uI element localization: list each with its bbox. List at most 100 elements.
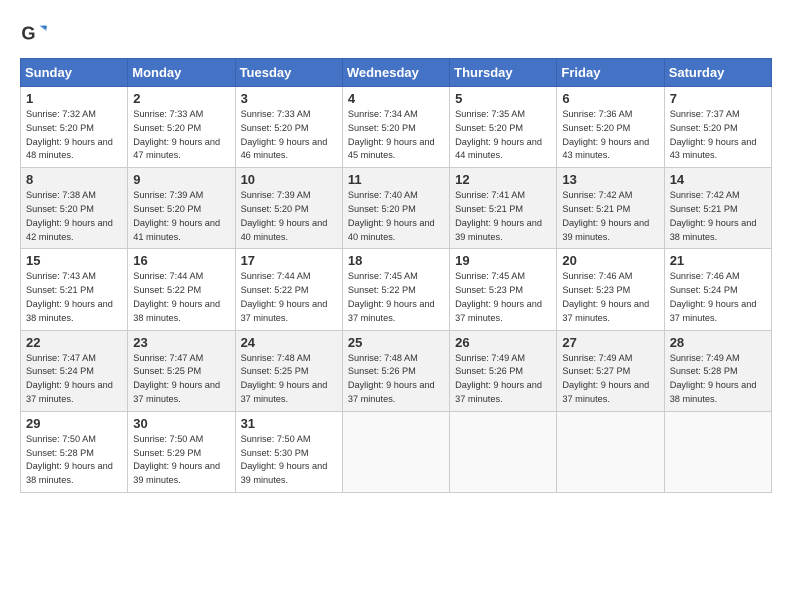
day-info: Sunrise: 7:41 AM Sunset: 5:21 PM Dayligh…: [455, 189, 551, 244]
calendar-cell: 19 Sunrise: 7:45 AM Sunset: 5:23 PM Dayl…: [450, 249, 557, 330]
logo: G: [20, 20, 52, 48]
day-number: 14: [670, 172, 766, 187]
day-number: 25: [348, 335, 444, 350]
day-number: 3: [241, 91, 337, 106]
day-info: Sunrise: 7:39 AM Sunset: 5:20 PM Dayligh…: [133, 189, 229, 244]
calendar-week-row: 29 Sunrise: 7:50 AM Sunset: 5:28 PM Dayl…: [21, 411, 772, 492]
day-number: 27: [562, 335, 658, 350]
svg-text:G: G: [21, 24, 35, 44]
calendar-cell: 3 Sunrise: 7:33 AM Sunset: 5:20 PM Dayli…: [235, 87, 342, 168]
day-number: 31: [241, 416, 337, 431]
weekday-header: Wednesday: [342, 59, 449, 87]
day-number: 1: [26, 91, 122, 106]
calendar-cell: 8 Sunrise: 7:38 AM Sunset: 5:20 PM Dayli…: [21, 168, 128, 249]
calendar-cell: 9 Sunrise: 7:39 AM Sunset: 5:20 PM Dayli…: [128, 168, 235, 249]
day-info: Sunrise: 7:49 AM Sunset: 5:28 PM Dayligh…: [670, 352, 766, 407]
calendar-week-row: 22 Sunrise: 7:47 AM Sunset: 5:24 PM Dayl…: [21, 330, 772, 411]
calendar-cell: 16 Sunrise: 7:44 AM Sunset: 5:22 PM Dayl…: [128, 249, 235, 330]
day-info: Sunrise: 7:46 AM Sunset: 5:23 PM Dayligh…: [562, 270, 658, 325]
day-info: Sunrise: 7:49 AM Sunset: 5:27 PM Dayligh…: [562, 352, 658, 407]
day-number: 15: [26, 253, 122, 268]
weekday-header: Friday: [557, 59, 664, 87]
day-info: Sunrise: 7:42 AM Sunset: 5:21 PM Dayligh…: [670, 189, 766, 244]
day-info: Sunrise: 7:50 AM Sunset: 5:30 PM Dayligh…: [241, 433, 337, 488]
day-number: 22: [26, 335, 122, 350]
calendar-cell: 13 Sunrise: 7:42 AM Sunset: 5:21 PM Dayl…: [557, 168, 664, 249]
calendar-cell: 23 Sunrise: 7:47 AM Sunset: 5:25 PM Dayl…: [128, 330, 235, 411]
weekday-header: Thursday: [450, 59, 557, 87]
day-number: 19: [455, 253, 551, 268]
day-number: 6: [562, 91, 658, 106]
page-header: G: [20, 20, 772, 48]
day-number: 16: [133, 253, 229, 268]
calendar-cell: 31 Sunrise: 7:50 AM Sunset: 5:30 PM Dayl…: [235, 411, 342, 492]
calendar-cell: 22 Sunrise: 7:47 AM Sunset: 5:24 PM Dayl…: [21, 330, 128, 411]
day-info: Sunrise: 7:33 AM Sunset: 5:20 PM Dayligh…: [133, 108, 229, 163]
day-number: 18: [348, 253, 444, 268]
day-number: 9: [133, 172, 229, 187]
calendar-cell: 1 Sunrise: 7:32 AM Sunset: 5:20 PM Dayli…: [21, 87, 128, 168]
calendar-week-row: 15 Sunrise: 7:43 AM Sunset: 5:21 PM Dayl…: [21, 249, 772, 330]
day-number: 21: [670, 253, 766, 268]
calendar-cell: 24 Sunrise: 7:48 AM Sunset: 5:25 PM Dayl…: [235, 330, 342, 411]
weekday-header: Tuesday: [235, 59, 342, 87]
day-info: Sunrise: 7:43 AM Sunset: 5:21 PM Dayligh…: [26, 270, 122, 325]
day-info: Sunrise: 7:40 AM Sunset: 5:20 PM Dayligh…: [348, 189, 444, 244]
calendar-cell: 29 Sunrise: 7:50 AM Sunset: 5:28 PM Dayl…: [21, 411, 128, 492]
calendar-cell: 28 Sunrise: 7:49 AM Sunset: 5:28 PM Dayl…: [664, 330, 771, 411]
calendar-cell: 14 Sunrise: 7:42 AM Sunset: 5:21 PM Dayl…: [664, 168, 771, 249]
day-number: 28: [670, 335, 766, 350]
weekday-header: Sunday: [21, 59, 128, 87]
day-info: Sunrise: 7:37 AM Sunset: 5:20 PM Dayligh…: [670, 108, 766, 163]
weekday-header: Monday: [128, 59, 235, 87]
day-info: Sunrise: 7:45 AM Sunset: 5:22 PM Dayligh…: [348, 270, 444, 325]
calendar-cell: [450, 411, 557, 492]
day-info: Sunrise: 7:46 AM Sunset: 5:24 PM Dayligh…: [670, 270, 766, 325]
day-info: Sunrise: 7:34 AM Sunset: 5:20 PM Dayligh…: [348, 108, 444, 163]
day-info: Sunrise: 7:38 AM Sunset: 5:20 PM Dayligh…: [26, 189, 122, 244]
calendar-cell: [557, 411, 664, 492]
day-info: Sunrise: 7:32 AM Sunset: 5:20 PM Dayligh…: [26, 108, 122, 163]
calendar-week-row: 8 Sunrise: 7:38 AM Sunset: 5:20 PM Dayli…: [21, 168, 772, 249]
day-number: 7: [670, 91, 766, 106]
day-info: Sunrise: 7:48 AM Sunset: 5:26 PM Dayligh…: [348, 352, 444, 407]
day-number: 8: [26, 172, 122, 187]
calendar-week-row: 1 Sunrise: 7:32 AM Sunset: 5:20 PM Dayli…: [21, 87, 772, 168]
calendar-table: SundayMondayTuesdayWednesdayThursdayFrid…: [20, 58, 772, 493]
calendar-cell: 6 Sunrise: 7:36 AM Sunset: 5:20 PM Dayli…: [557, 87, 664, 168]
day-info: Sunrise: 7:44 AM Sunset: 5:22 PM Dayligh…: [241, 270, 337, 325]
calendar-cell: 20 Sunrise: 7:46 AM Sunset: 5:23 PM Dayl…: [557, 249, 664, 330]
day-number: 30: [133, 416, 229, 431]
calendar-cell: 10 Sunrise: 7:39 AM Sunset: 5:20 PM Dayl…: [235, 168, 342, 249]
calendar-cell: 18 Sunrise: 7:45 AM Sunset: 5:22 PM Dayl…: [342, 249, 449, 330]
day-info: Sunrise: 7:33 AM Sunset: 5:20 PM Dayligh…: [241, 108, 337, 163]
calendar-cell: 7 Sunrise: 7:37 AM Sunset: 5:20 PM Dayli…: [664, 87, 771, 168]
calendar-cell: 27 Sunrise: 7:49 AM Sunset: 5:27 PM Dayl…: [557, 330, 664, 411]
calendar-cell: 5 Sunrise: 7:35 AM Sunset: 5:20 PM Dayli…: [450, 87, 557, 168]
day-number: 23: [133, 335, 229, 350]
day-number: 26: [455, 335, 551, 350]
day-number: 29: [26, 416, 122, 431]
day-info: Sunrise: 7:50 AM Sunset: 5:29 PM Dayligh…: [133, 433, 229, 488]
calendar-header-row: SundayMondayTuesdayWednesdayThursdayFrid…: [21, 59, 772, 87]
calendar-cell: 2 Sunrise: 7:33 AM Sunset: 5:20 PM Dayli…: [128, 87, 235, 168]
day-info: Sunrise: 7:35 AM Sunset: 5:20 PM Dayligh…: [455, 108, 551, 163]
day-number: 24: [241, 335, 337, 350]
calendar-cell: 12 Sunrise: 7:41 AM Sunset: 5:21 PM Dayl…: [450, 168, 557, 249]
calendar-cell: [664, 411, 771, 492]
day-info: Sunrise: 7:49 AM Sunset: 5:26 PM Dayligh…: [455, 352, 551, 407]
day-info: Sunrise: 7:44 AM Sunset: 5:22 PM Dayligh…: [133, 270, 229, 325]
day-info: Sunrise: 7:47 AM Sunset: 5:24 PM Dayligh…: [26, 352, 122, 407]
day-info: Sunrise: 7:39 AM Sunset: 5:20 PM Dayligh…: [241, 189, 337, 244]
weekday-header: Saturday: [664, 59, 771, 87]
calendar-cell: [342, 411, 449, 492]
day-number: 20: [562, 253, 658, 268]
calendar-cell: 26 Sunrise: 7:49 AM Sunset: 5:26 PM Dayl…: [450, 330, 557, 411]
day-info: Sunrise: 7:48 AM Sunset: 5:25 PM Dayligh…: [241, 352, 337, 407]
day-info: Sunrise: 7:42 AM Sunset: 5:21 PM Dayligh…: [562, 189, 658, 244]
day-number: 11: [348, 172, 444, 187]
day-number: 12: [455, 172, 551, 187]
day-info: Sunrise: 7:47 AM Sunset: 5:25 PM Dayligh…: [133, 352, 229, 407]
calendar-cell: 30 Sunrise: 7:50 AM Sunset: 5:29 PM Dayl…: [128, 411, 235, 492]
calendar-cell: 17 Sunrise: 7:44 AM Sunset: 5:22 PM Dayl…: [235, 249, 342, 330]
